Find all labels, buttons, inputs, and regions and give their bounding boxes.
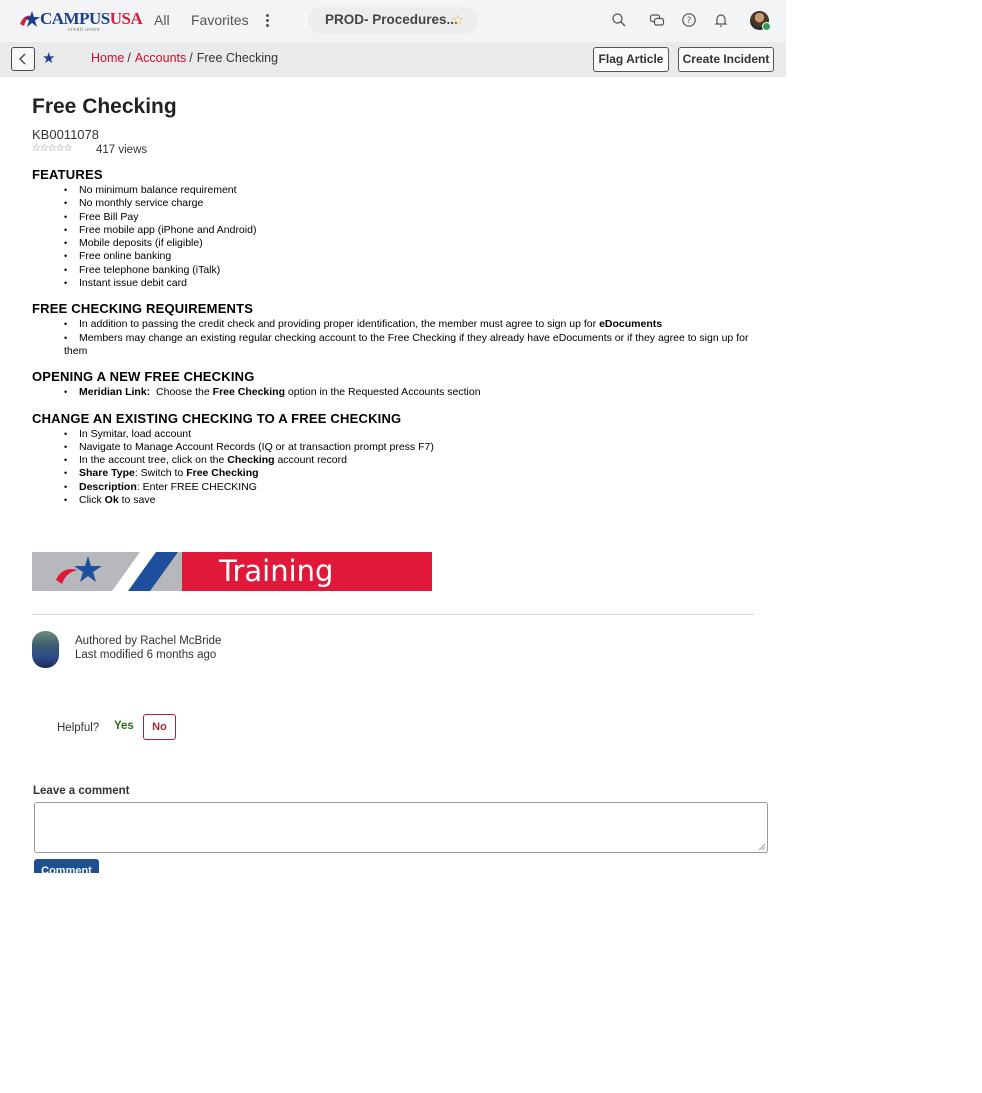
list-item-bold: Free Checking: [212, 386, 286, 399]
section-heading: CHANGE AN EXISTING CHECKING TO A FREE CH…: [32, 410, 402, 426]
breadcrumb-accounts[interactable]: Accounts: [135, 51, 186, 65]
create-incident-button[interactable]: Create Incident: [678, 47, 774, 72]
section-heading: OPENING A NEW FREE CHECKING: [32, 369, 255, 385]
list-item: Share Type: Switch to Free Checking: [64, 467, 762, 481]
context-title-pill[interactable]: PROD- Procedures... ☆: [308, 7, 478, 34]
divider: [32, 614, 754, 615]
comment-label: Leave a comment: [33, 785, 130, 797]
list-item-text: option in the Requested Accounts section: [285, 386, 481, 399]
list-item-bold: eDocuments: [599, 318, 663, 331]
list-item-bold: Free Checking: [186, 467, 259, 480]
section-heading: FREE CHECKING REQUIREMENTS: [32, 301, 254, 317]
breadcrumb-separator: /: [189, 51, 193, 65]
breadcrumb: Home / Accounts / Free Checking: [91, 51, 278, 65]
section-heading: FEATURES: [32, 167, 103, 182]
training-banner: Training: [32, 552, 432, 591]
opening-list: Meridian Link: Choose the Free Checking …: [32, 386, 762, 400]
breadcrumb-home[interactable]: Home: [91, 51, 124, 65]
list-item-text: Click: [79, 494, 105, 507]
chat-icon[interactable]: [649, 12, 665, 28]
breadcrumb-separator: /: [127, 51, 131, 65]
banner-text: Training: [219, 554, 334, 588]
bell-icon[interactable]: [713, 12, 729, 28]
list-item: In the account tree, click on the Checki…: [64, 454, 762, 468]
requirements-list: In addition to passing the credit check …: [32, 318, 762, 332]
list-item-text: : Enter FREE CHECKING: [136, 480, 257, 493]
last-modified: Last modified 6 months ago: [75, 649, 217, 661]
list-item: Instant issue debit card: [64, 277, 762, 291]
list-item: Click Ok to save: [64, 494, 762, 508]
list-item: No minimum balance requirement: [64, 184, 762, 198]
no-button[interactable]: No: [143, 714, 176, 740]
list-item-bold: Share Type: [79, 467, 135, 480]
list-item-text: Choose the: [150, 386, 213, 399]
rating-stars[interactable]: ☆☆☆☆☆: [32, 143, 73, 154]
list-item-text: Members may change an existing regular c…: [64, 331, 749, 357]
view-count: 417 views: [96, 144, 148, 156]
list-item-text: account record: [274, 454, 347, 467]
list-item: In addition to passing the credit check …: [64, 318, 762, 332]
authored-by: Authored by Rachel McBride: [75, 635, 222, 647]
list-item: Meridian Link: Choose the Free Checking …: [64, 386, 762, 400]
article-number: KB0011078: [32, 127, 99, 142]
author-avatar: [32, 631, 59, 668]
list-item-text: : Switch to: [134, 467, 187, 480]
logo-subtext: credit union: [68, 27, 100, 33]
flag-article-button[interactable]: Flag Article: [593, 47, 669, 72]
list-item: In Symitar, load account: [64, 428, 762, 442]
logo-star-icon: [20, 11, 40, 27]
nav-all[interactable]: All: [154, 12, 170, 28]
search-icon[interactable]: [611, 12, 627, 28]
list-item: Free mobile app (iPhone and Android): [64, 224, 762, 238]
list-item: Free online banking: [64, 250, 762, 264]
list-item-bold: Meridian Link:: [79, 386, 151, 399]
user-avatar[interactable]: [750, 11, 771, 31]
list-item: Navigate to Manage Account Records (IQ o…: [64, 441, 762, 455]
article-title: Free Checking: [32, 95, 177, 118]
favorite-star-icon[interactable]: ☆: [451, 11, 464, 29]
helpful-label: Helpful?: [57, 722, 100, 734]
list-item-bold: Checking: [227, 454, 275, 467]
list-item-bold: Description: [79, 480, 137, 493]
campus-usa-logo[interactable]: CAMPUSUSA credit union: [18, 8, 143, 33]
svg-text:?: ?: [687, 16, 692, 26]
breadcrumb-current: Free Checking: [196, 51, 279, 65]
list-item: Mobile deposits (if eligible): [64, 237, 762, 251]
list-item-text: to save: [118, 494, 156, 507]
nav-favorites[interactable]: Favorites: [191, 12, 249, 28]
more-icon[interactable]: [260, 12, 274, 30]
presence-indicator: [762, 22, 771, 31]
list-item: Description: Enter FREE CHECKING: [64, 480, 762, 495]
logo-usa-text: USA: [109, 9, 143, 28]
list-item-text: In the account tree, click on the: [79, 454, 228, 467]
list-item: No monthly service charge: [64, 197, 762, 211]
list-item-text: In addition to passing the credit check …: [79, 318, 600, 331]
logo-campus-text: CAMPUS: [40, 9, 110, 28]
comment-textarea[interactable]: [34, 802, 768, 853]
section-opening: OPENING A NEW FREE CHECKING Meridian Lin…: [32, 369, 762, 400]
list-item: • Members may change an existing regular…: [64, 331, 749, 357]
comment-submit-button[interactable]: Comment: [34, 859, 99, 873]
bookmark-star-icon[interactable]: ★: [42, 49, 55, 67]
back-button[interactable]: [11, 47, 35, 71]
features-list: No minimum balance requirement No monthl…: [32, 184, 762, 291]
chevron-left-icon: [19, 53, 26, 65]
resize-handle-icon[interactable]: [758, 843, 766, 851]
context-title: PROD- Procedures...: [325, 12, 458, 27]
article-toolbar: ★ Home / Accounts / Free Checking Flag Artic…: [0, 42, 786, 77]
yes-button[interactable]: Yes: [114, 720, 134, 732]
section-features: FEATURES No minimum balance requirement …: [32, 167, 762, 291]
section-requirements: FREE CHECKING REQUIREMENTS In addition t…: [32, 301, 762, 358]
section-change: CHANGE AN EXISTING CHECKING TO A FREE CH…: [32, 411, 762, 508]
article-body: FEATURES No minimum balance requirement …: [32, 167, 762, 518]
top-navigation-bar: CAMPUSUSA credit union All Favorites PRO…: [0, 0, 786, 42]
list-item: Free Bill Pay: [64, 211, 762, 225]
change-list: In Symitar, load account Navigate to Man…: [32, 428, 762, 508]
help-icon[interactable]: ?: [681, 12, 697, 28]
list-item: Free telephone banking (iTalk): [64, 264, 762, 278]
list-item-bold: Ok: [104, 494, 119, 507]
